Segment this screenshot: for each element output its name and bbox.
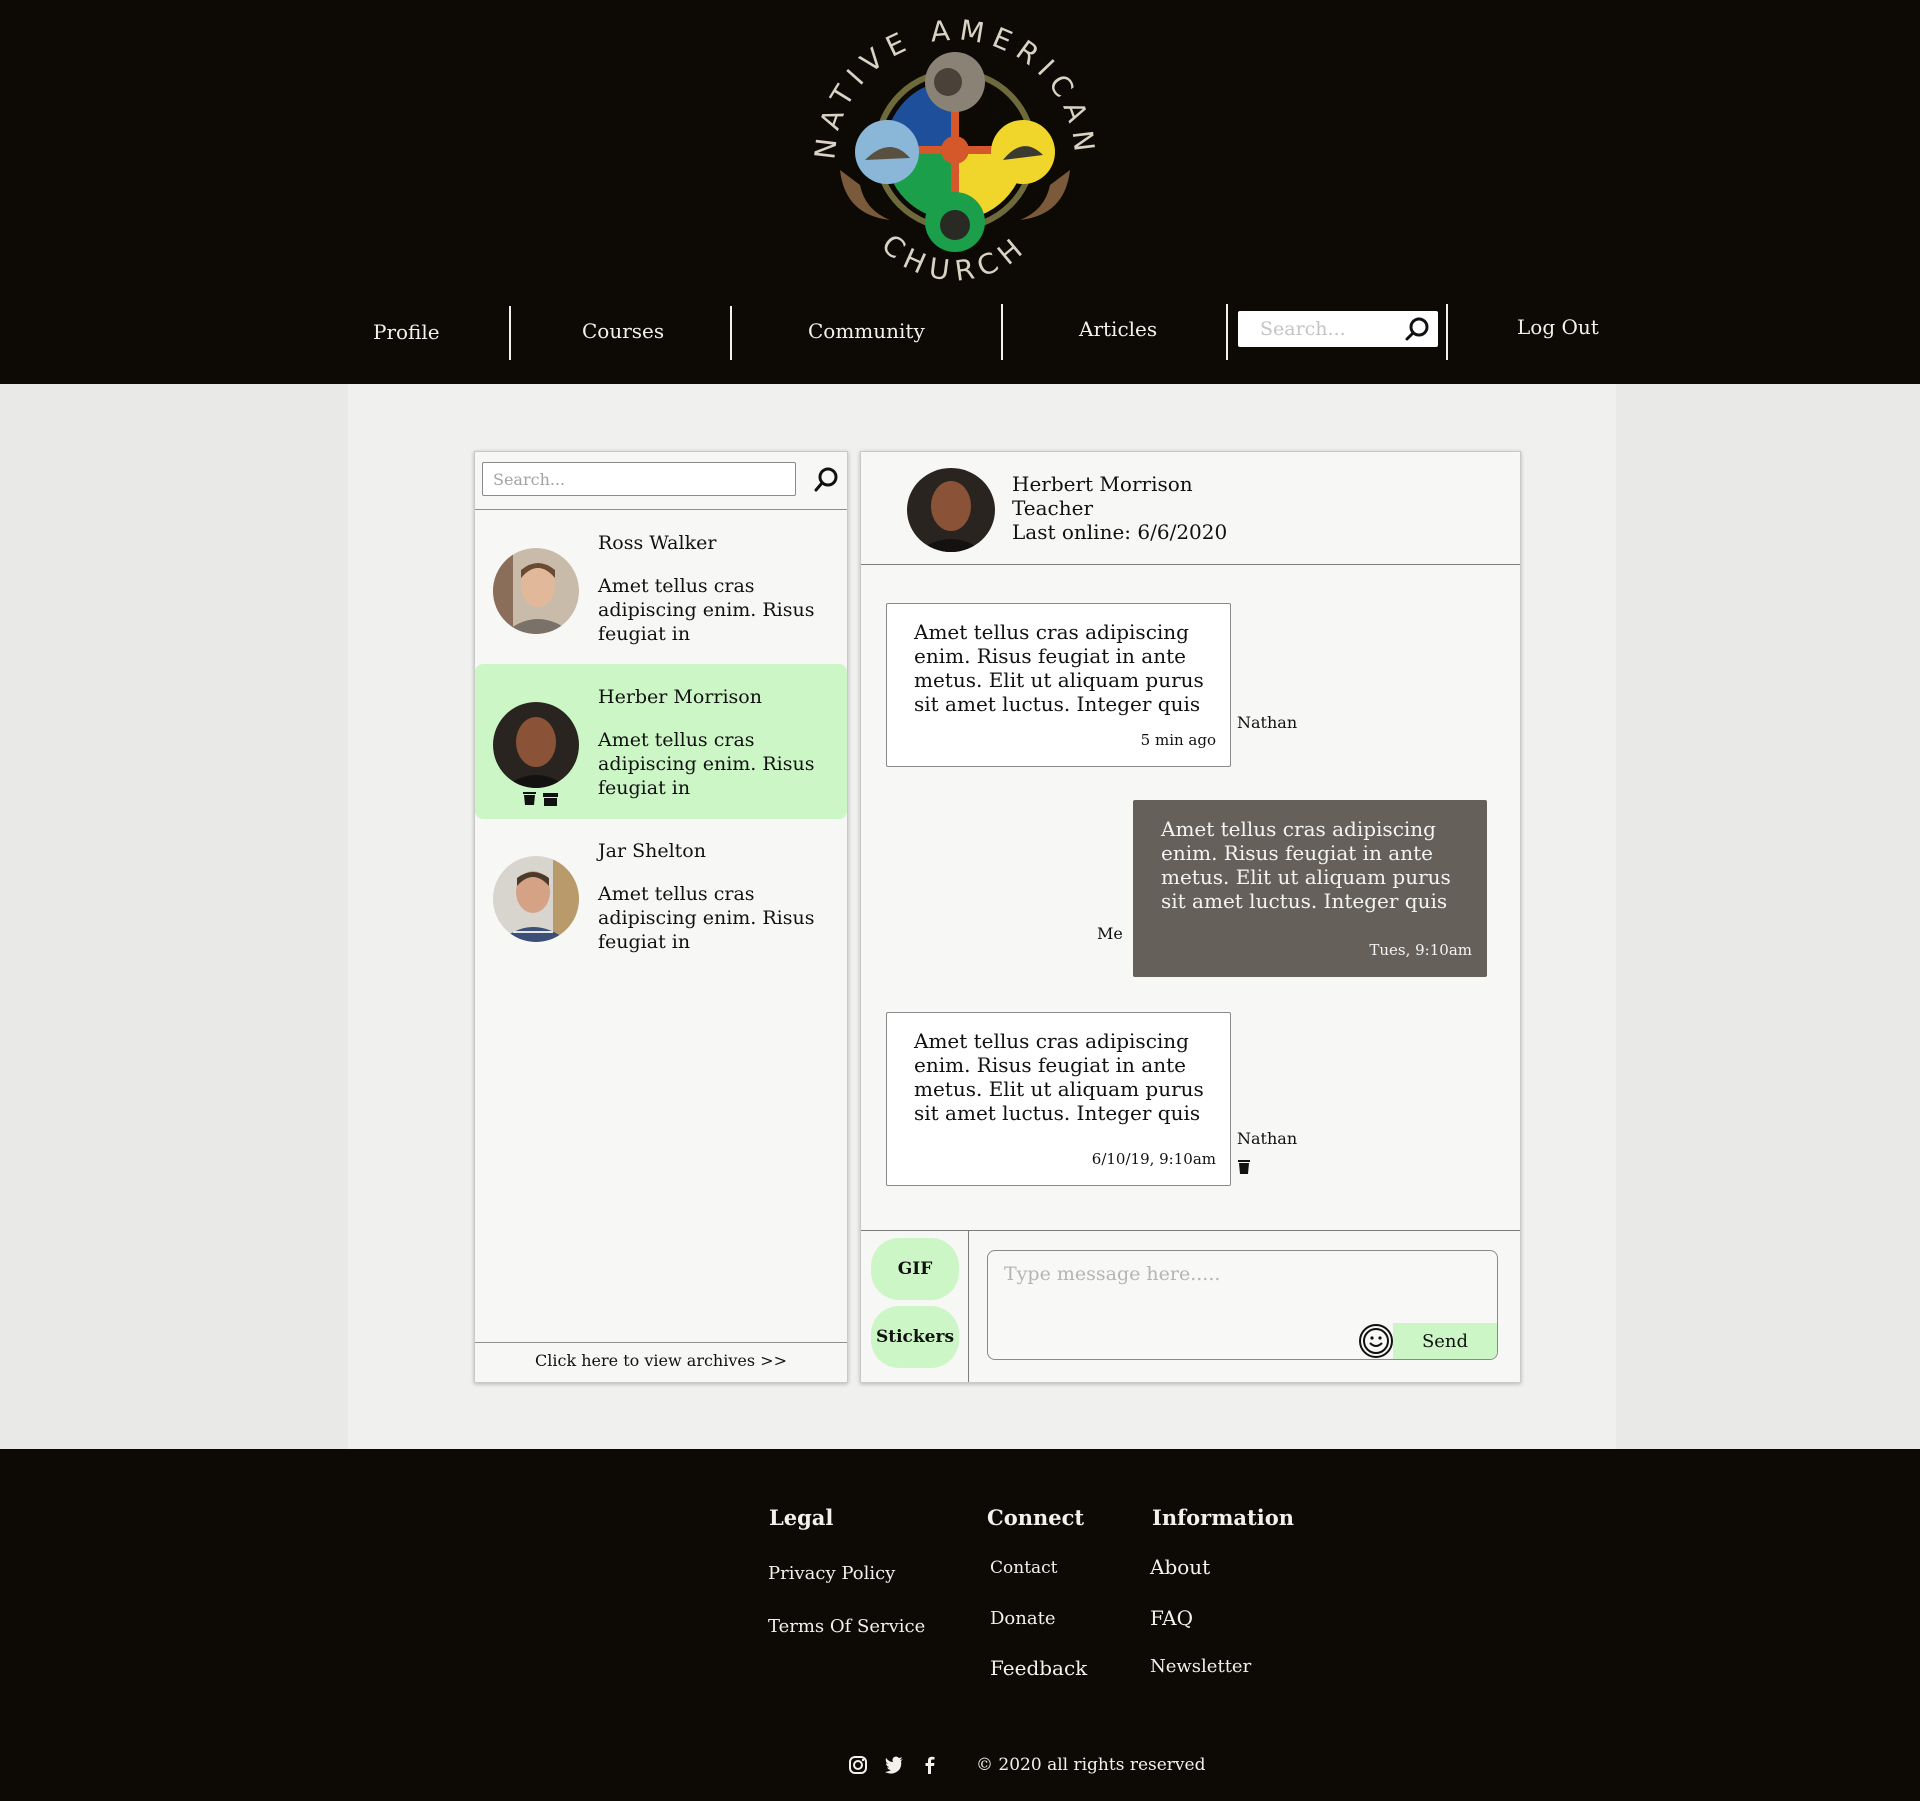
conversation-list-panel: Ross Walker Amet tellus cras adipiscing …: [474, 451, 848, 1383]
emoji-icon[interactable]: [1358, 1323, 1394, 1359]
copyright: © 2020 all rights reserved: [976, 1755, 1206, 1775]
contact-preview: Amet tellus cras adipiscing enim. Risus …: [598, 729, 815, 799]
message-sender: Nathan: [1237, 1129, 1298, 1148]
archive-icon[interactable]: [543, 793, 558, 806]
message-time: 5 min ago: [1140, 731, 1216, 749]
search-icon[interactable]: [812, 466, 840, 494]
message-time: 6/10/19, 9:10am: [1091, 1150, 1216, 1168]
message-sender: Nathan: [1237, 713, 1298, 732]
chat-last-online: Last online: 6/6/2020: [1012, 520, 1228, 544]
footer-heading-legal: Legal: [769, 1505, 834, 1530]
twitter-icon[interactable]: [884, 1755, 904, 1775]
footer-link-terms[interactable]: Terms Of Service: [768, 1616, 925, 1637]
church-logo[interactable]: NATIVE AMERICAN CHURCH: [805, 10, 1105, 295]
footer-link-newsletter[interactable]: Newsletter: [1150, 1656, 1251, 1677]
facebook-icon[interactable]: [920, 1755, 940, 1775]
footer-link-donate[interactable]: Donate: [990, 1608, 1055, 1629]
message-text: Amet tellus cras adipiscing enim. Risus …: [914, 1029, 1204, 1125]
header-search-input[interactable]: [1238, 311, 1410, 347]
view-archives-link[interactable]: Click here to view archives >>: [475, 1351, 847, 1370]
nav-divider: [1001, 304, 1003, 360]
search-icon[interactable]: [1404, 316, 1430, 342]
conversation-item-active[interactable]: Herber Morrison Amet tellus cras adipisc…: [475, 664, 847, 819]
instagram-icon[interactable]: [848, 1755, 868, 1775]
footer-link-contact[interactable]: Contact: [990, 1558, 1058, 1578]
message-text: Amet tellus cras adipiscing enim. Risus …: [914, 620, 1204, 716]
message-bubble-incoming: Amet tellus cras adipiscing enim. Risus …: [886, 603, 1231, 767]
conversation-actions: [523, 792, 558, 806]
chat-contact-role: Teacher: [1012, 496, 1094, 520]
nav-divider: [509, 306, 511, 360]
send-button[interactable]: Send: [1393, 1323, 1497, 1359]
divider: [861, 1230, 1520, 1231]
contact-name: Herber Morrison: [598, 686, 762, 708]
stickers-button[interactable]: Stickers: [871, 1306, 959, 1368]
chat-panel: Herbert Morrison Teacher Last online: 6/…: [860, 451, 1521, 1383]
avatar: [493, 856, 579, 942]
site-header: NATIVE AMERICAN CHURCH Profile Courses C…: [0, 0, 1920, 384]
divider: [968, 1230, 969, 1382]
conversation-item[interactable]: Ross Walker Amet tellus cras adipiscing …: [475, 510, 847, 665]
message-text: Amet tellus cras adipiscing enim. Risus …: [1161, 817, 1451, 913]
avatar: [493, 548, 579, 634]
footer-link-about[interactable]: About: [1150, 1555, 1210, 1579]
message-sender: Me: [1097, 924, 1123, 943]
nav-courses[interactable]: Courses: [582, 319, 664, 343]
nav-profile[interactable]: Profile: [373, 320, 440, 344]
contact-name: Jar Shelton: [598, 840, 706, 862]
conversation-search: [482, 462, 796, 496]
avatar: [493, 702, 579, 788]
site-footer: [0, 1449, 1920, 1801]
message-bubble-incoming: Amet tellus cras adipiscing enim. Risus …: [886, 1012, 1231, 1186]
nav-divider: [1446, 304, 1448, 360]
footer-link-privacy[interactable]: Privacy Policy: [768, 1563, 895, 1584]
message-time: Tues, 9:10am: [1369, 941, 1472, 959]
chat-avatar: [907, 468, 995, 552]
nav-articles[interactable]: Articles: [1079, 317, 1157, 341]
footer-link-faq[interactable]: FAQ: [1150, 1606, 1193, 1630]
footer-heading-information: Information: [1152, 1505, 1294, 1530]
nav-community[interactable]: Community: [808, 319, 925, 343]
contact-preview: Amet tellus cras adipiscing enim. Risus …: [598, 575, 815, 645]
trash-icon[interactable]: [1237, 1159, 1251, 1175]
contact-name: Ross Walker: [598, 532, 717, 554]
conversation-item[interactable]: Jar Shelton Amet tellus cras adipiscing …: [475, 818, 847, 973]
header-search: [1238, 311, 1438, 347]
message-input[interactable]: [988, 1251, 1497, 1321]
contact-preview: Amet tellus cras adipiscing enim. Risus …: [598, 883, 815, 953]
gif-button[interactable]: GIF: [871, 1238, 959, 1300]
divider: [475, 1342, 847, 1343]
trash-icon[interactable]: [523, 792, 536, 805]
message-bubble-outgoing: Amet tellus cras adipiscing enim. Risus …: [1133, 800, 1487, 977]
logout-link[interactable]: Log Out: [1517, 315, 1599, 339]
nav-divider: [1226, 304, 1228, 360]
divider: [861, 564, 1520, 565]
compose-box: Send: [987, 1250, 1498, 1360]
nav-divider: [730, 306, 732, 360]
chat-contact-name: Herbert Morrison: [1012, 472, 1193, 496]
footer-heading-connect: Connect: [987, 1505, 1085, 1530]
footer-link-feedback[interactable]: Feedback: [990, 1656, 1087, 1680]
conversation-search-input[interactable]: [483, 463, 795, 495]
